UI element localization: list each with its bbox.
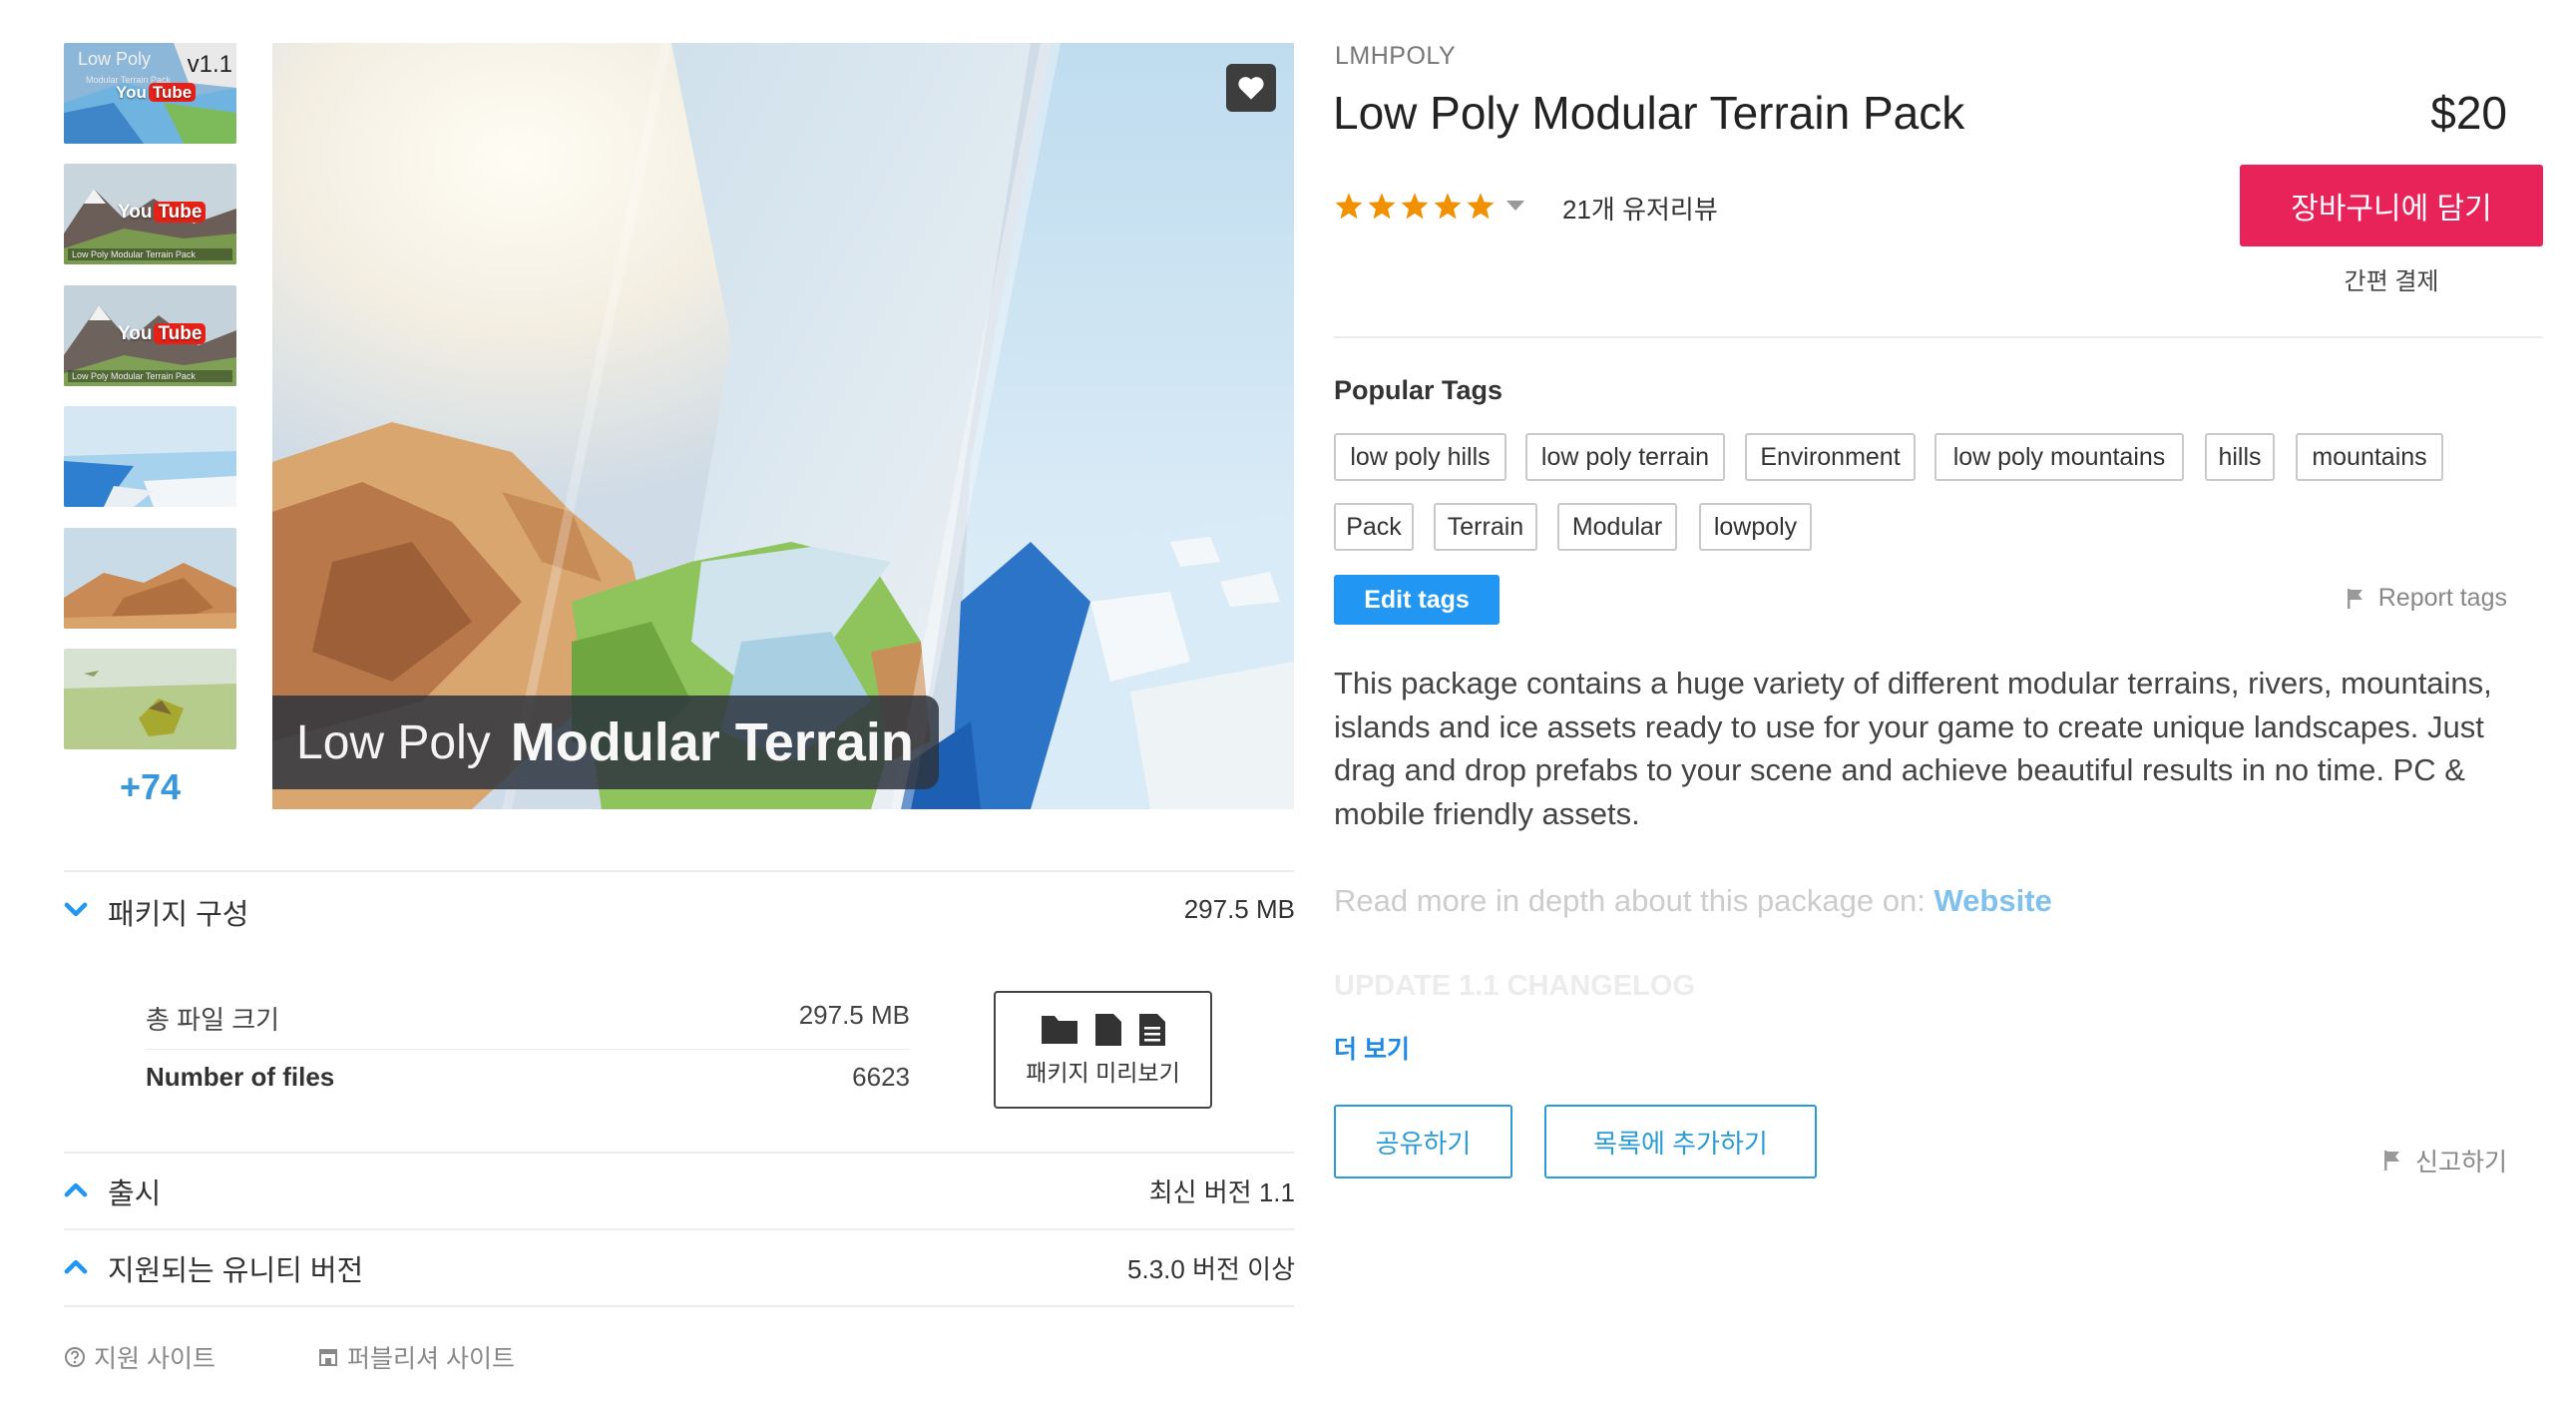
- changelog-heading: UPDATE 1.1 CHANGELOG: [1334, 970, 1696, 1002]
- publisher-site-link[interactable]: 퍼블리셔 사이트: [317, 1339, 515, 1375]
- unity-version-title[interactable]: 지원되는 유니티 버전: [108, 1247, 363, 1289]
- tag-chip[interactable]: hills: [2205, 433, 2275, 481]
- tag-chip[interactable]: low poly terrain: [1525, 433, 1725, 481]
- gallery-thumbnail-1[interactable]: Low Poly v1.1 You Tube: [64, 43, 236, 144]
- read-more-line: Read more in depth about this package on…: [1334, 883, 2052, 919]
- number-of-files-value: 6623: [852, 1062, 910, 1092]
- divider: [64, 870, 1294, 872]
- tag-chip[interactable]: Modular: [1557, 503, 1677, 551]
- release-version: 최신 버전 1.1: [1148, 1177, 1295, 1207]
- package-contents-title[interactable]: 패키지 구성: [108, 891, 248, 933]
- youtube-logo-icon: You Tube: [118, 323, 207, 345]
- package-preview-button[interactable]: 패키지 미리보기: [994, 991, 1212, 1109]
- star-icon: [1401, 193, 1429, 220]
- youtube-logo-icon: You Tube: [118, 202, 207, 224]
- tag-chip[interactable]: low poly hills: [1334, 433, 1506, 481]
- gallery-thumbnail-3[interactable]: You Tube Low Poly Modular Terrain Pack: [64, 285, 236, 386]
- edit-tags-button[interactable]: Edit tags: [1334, 575, 1500, 625]
- product-description: This package contains a huge variety of …: [1334, 666, 2492, 831]
- star-icon: [1434, 193, 1462, 220]
- publisher-site-label: 퍼블리셔 사이트: [347, 1345, 515, 1373]
- gallery-thumbnail-4[interactable]: [64, 406, 236, 507]
- package-preview-label: 패키지 미리보기: [1026, 1060, 1180, 1086]
- divider: [64, 1228, 1294, 1230]
- add-to-cart-button[interactable]: 장바구니에 담기: [2240, 165, 2543, 246]
- tag-chip[interactable]: Terrain: [1434, 503, 1537, 551]
- thumbnail-6-image: [64, 649, 236, 749]
- tag-chip[interactable]: lowpoly: [1699, 503, 1812, 551]
- hero-image[interactable]: [272, 43, 1294, 809]
- hero-title-banner: Low Poly Modular Terrain: [272, 696, 939, 789]
- thumbnail-1-version: v1.1: [187, 51, 232, 78]
- report-tags-label: Report tags: [2377, 584, 2507, 612]
- more-media-count[interactable]: +74: [64, 766, 236, 808]
- popular-tags-heading: Popular Tags: [1334, 375, 1503, 405]
- youtube-logo-icon: You Tube: [116, 83, 197, 103]
- gallery-thumbnail-5[interactable]: [64, 528, 236, 629]
- report-label: 신고하기: [2414, 1149, 2507, 1176]
- product-title: Low Poly Modular Terrain Pack: [1333, 87, 1965, 139]
- tag-chip[interactable]: Environment: [1745, 433, 1916, 481]
- storefront-icon: [319, 1349, 337, 1366]
- divider: [64, 1152, 1294, 1154]
- tag-chip[interactable]: Pack: [1334, 503, 1414, 551]
- caret-down-icon: [1506, 201, 1524, 211]
- product-price: $20: [2430, 87, 2507, 139]
- tag-chip[interactable]: low poly mountains: [1934, 433, 2184, 481]
- heart-icon: [1238, 77, 1264, 100]
- thumbnail-3-caption: Low Poly Modular Terrain Pack: [68, 370, 232, 382]
- read-more-prefix: Read more in depth about this package on…: [1334, 883, 1934, 918]
- star-icon: [1368, 193, 1396, 220]
- unity-version-value: 5.3.0 버전 이상: [1127, 1254, 1295, 1284]
- thumbnail-5-image: [64, 528, 236, 629]
- file-icon: [1094, 1014, 1121, 1046]
- flag-icon: [2347, 588, 2362, 609]
- star-icon: [1467, 193, 1495, 220]
- file-text-icon: [1138, 1014, 1165, 1046]
- chevron-up-icon[interactable]: [63, 1253, 89, 1279]
- add-to-list-button[interactable]: 목록에 추가하기: [1544, 1105, 1817, 1178]
- quick-pay-link[interactable]: 간편 결제: [2240, 261, 2543, 296]
- tag-chip[interactable]: mountains: [2296, 433, 2443, 481]
- thumbnail-4-image: [64, 406, 236, 507]
- total-file-size-label: 총 파일 크기: [146, 1005, 280, 1035]
- divider: [146, 1049, 910, 1050]
- support-site-label: 지원 사이트: [94, 1345, 215, 1373]
- report-link[interactable]: 신고하기: [2383, 1143, 2507, 1178]
- number-of-files-label: Number of files: [146, 1062, 335, 1092]
- website-link[interactable]: Website: [1933, 883, 2051, 918]
- chevron-down-icon[interactable]: [63, 897, 89, 923]
- flag-icon: [2383, 1151, 2399, 1170]
- gallery-thumbnail-2[interactable]: You Tube Low Poly Modular Terrain Pack: [64, 164, 236, 264]
- hero-banner-bold-text: Modular Terrain: [510, 712, 914, 772]
- favorite-button[interactable]: [1226, 64, 1276, 112]
- divider: [1334, 336, 2543, 338]
- user-reviews-link[interactable]: 21개 유저리뷰: [1562, 190, 1718, 227]
- support-site-link[interactable]: 지원 사이트: [64, 1339, 215, 1375]
- star-icon: [1335, 193, 1363, 220]
- release-title[interactable]: 출시: [108, 1170, 161, 1212]
- hero-landscape-illustration: [272, 43, 1294, 809]
- see-more-link[interactable]: 더 보기: [1334, 1030, 1410, 1066]
- gallery-thumbnail-6[interactable]: [64, 649, 236, 749]
- report-tags-link[interactable]: Report tags: [2347, 584, 2507, 613]
- thumbnail-1-subcaption: Modular Terrain Pack: [86, 75, 171, 85]
- thumbnail-1-label: Low Poly: [78, 49, 152, 69]
- chevron-up-icon[interactable]: [63, 1176, 89, 1202]
- total-file-size-value: 297.5 MB: [798, 1000, 910, 1030]
- thumbnail-2-caption: Low Poly Modular Terrain Pack: [68, 248, 232, 260]
- share-button[interactable]: 공유하기: [1334, 1105, 1512, 1178]
- hero-banner-light-text: Low Poly: [296, 715, 491, 769]
- divider: [64, 1305, 1294, 1307]
- help-circle-icon: [65, 1347, 85, 1367]
- folder-icon: [1041, 1016, 1077, 1044]
- publisher-name[interactable]: LMHPOLY: [1335, 42, 1456, 71]
- package-size: 297.5 MB: [1183, 894, 1295, 924]
- rating-stars[interactable]: [1334, 192, 1526, 220]
